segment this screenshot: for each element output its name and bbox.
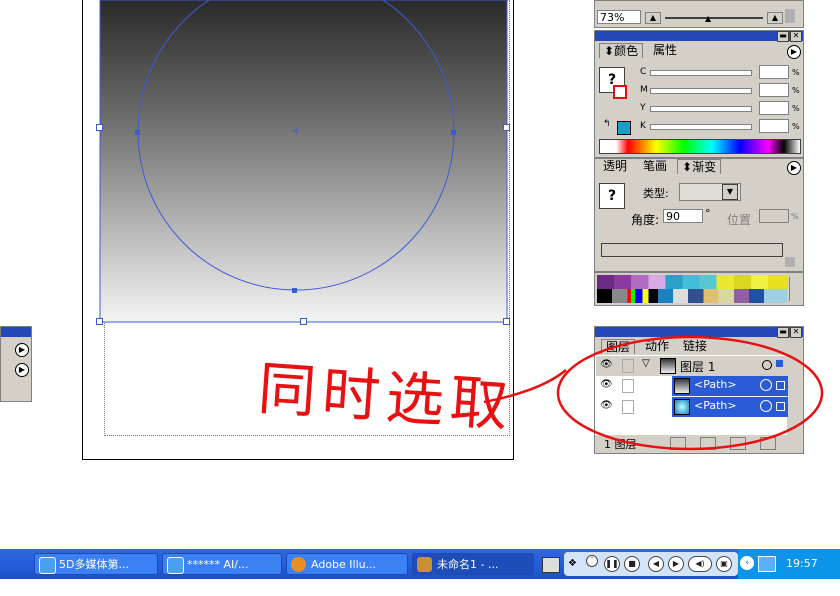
ie-icon <box>39 557 56 574</box>
taskbar-item[interactable]: ****** AI/... <box>162 553 282 575</box>
desktop-strip <box>0 579 840 596</box>
taskbar-item[interactable]: 5D多媒体第... <box>34 553 158 575</box>
network-icon[interactable] <box>758 556 776 572</box>
system-tray: ‹ 19:57 <box>738 549 840 579</box>
document-icon <box>417 557 432 572</box>
taskbar-item-active[interactable]: 未命名1 - ... <box>412 553 534 575</box>
taskbar: 5D多媒体第... ****** AI/... Adobe Illu... 未命… <box>0 549 840 579</box>
ie-icon <box>167 557 184 574</box>
previous-icon[interactable]: ◀ <box>648 556 664 572</box>
tray-expand-icon[interactable]: ‹ <box>740 556 754 570</box>
restore-icon[interactable]: ▣ <box>716 556 732 572</box>
annotation-overlay <box>483 335 824 451</box>
windows-logo-icon[interactable]: ❖ <box>568 558 577 569</box>
pause-icon[interactable]: ❚❚ <box>604 556 620 572</box>
media-toolbar: ❖ ˅ ❚❚ ■ ◀ ▶ ◀) ▣ <box>564 552 738 576</box>
next-icon[interactable]: ▶ <box>668 556 684 572</box>
annotation-circle <box>556 335 824 451</box>
chevron-down-icon[interactable]: ˅ <box>586 555 598 567</box>
stop-icon[interactable]: ■ <box>624 556 640 572</box>
volume-icon[interactable]: ◀) <box>688 556 712 572</box>
illustrator-icon <box>291 557 306 572</box>
taskbar-item[interactable]: Adobe Illu... <box>286 553 408 575</box>
keyboard-icon[interactable] <box>542 557 560 573</box>
annotation-text: 同时选取 <box>255 354 517 440</box>
clock: 19:57 <box>786 557 818 570</box>
